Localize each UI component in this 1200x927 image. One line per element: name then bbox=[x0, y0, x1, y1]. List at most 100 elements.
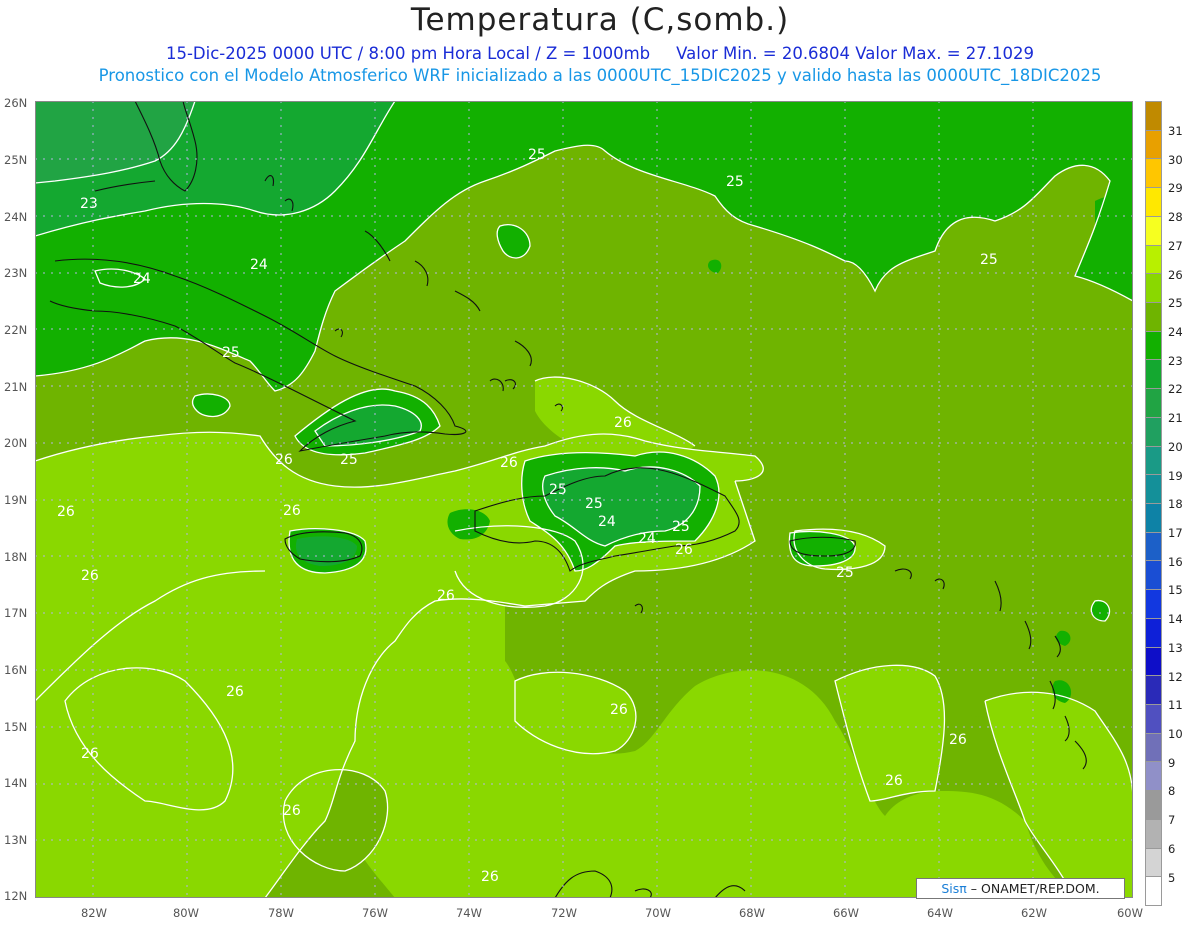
lat-label: 19N bbox=[4, 493, 28, 507]
lat-label: 13N bbox=[4, 833, 28, 847]
colorbar-label: 5 bbox=[1168, 870, 1176, 885]
colorbar-swatch bbox=[1145, 101, 1162, 131]
contour-label: 26 bbox=[275, 452, 293, 468]
colorbar-label: 17 bbox=[1168, 525, 1183, 540]
colorbar-label: 30 bbox=[1168, 152, 1183, 167]
contour-label: 26 bbox=[437, 588, 455, 604]
lat-label: 23N bbox=[4, 266, 28, 280]
colorbar-swatch bbox=[1145, 503, 1162, 533]
contour-label: 26 bbox=[610, 702, 628, 718]
colorbar-swatch bbox=[1145, 876, 1162, 906]
contour-label: 24 bbox=[598, 514, 616, 530]
colorbar-label: 22 bbox=[1168, 382, 1183, 397]
subtitle-line-2: Pronostico con el Modelo Atmosferico WRF… bbox=[98, 66, 1102, 85]
contour-label: 26 bbox=[675, 542, 693, 558]
colorbar-label: 15 bbox=[1168, 583, 1183, 598]
colorbar-label: 10 bbox=[1168, 726, 1183, 741]
lon-label: 76W bbox=[361, 906, 388, 920]
colorbar-label: 8 bbox=[1168, 784, 1176, 799]
contour-label: 25 bbox=[528, 147, 546, 163]
temperature-map: 23 24 24 25 25 25 25 25 25 25 25 25 26 2… bbox=[35, 101, 1133, 898]
lat-label: 26N bbox=[4, 96, 28, 110]
contour-label: 25 bbox=[222, 345, 240, 361]
contour-label: 26 bbox=[57, 504, 75, 520]
colorbar-swatch bbox=[1145, 474, 1162, 504]
contour-label: 23 bbox=[80, 196, 98, 212]
colorbar-swatch bbox=[1145, 359, 1162, 390]
colorbar-label: 18 bbox=[1168, 497, 1183, 512]
lon-label: 66W bbox=[832, 906, 859, 920]
colorbar-swatch bbox=[1145, 531, 1162, 562]
colorbar-swatch bbox=[1145, 129, 1162, 160]
sis-logo: Sisπ bbox=[941, 881, 967, 896]
colorbar-swatch bbox=[1145, 273, 1162, 303]
lon-label: 74W bbox=[455, 906, 482, 920]
lat-label: 20N bbox=[4, 436, 28, 450]
contour-label: 25 bbox=[980, 252, 998, 268]
colorbar-swatch bbox=[1145, 330, 1162, 361]
contour-label: 26 bbox=[949, 732, 967, 748]
map-title: Temperatura (C,somb.) bbox=[410, 2, 790, 38]
credit-box: Sisπ – ONAMET/REP.DOM. bbox=[916, 878, 1125, 899]
colorbar-swatch bbox=[1145, 761, 1162, 792]
contour-label: 26 bbox=[283, 503, 301, 519]
lat-label: 15N bbox=[4, 720, 28, 734]
colorbar-swatch bbox=[1145, 445, 1162, 476]
contour-label: 26 bbox=[614, 415, 632, 431]
contour-label: 24 bbox=[133, 271, 151, 287]
colorbar-swatch bbox=[1145, 675, 1162, 705]
contour-label: 25 bbox=[340, 452, 358, 468]
contour-label: 26 bbox=[885, 773, 903, 789]
contour-label: 26 bbox=[81, 746, 99, 762]
lat-label: 22N bbox=[4, 323, 28, 337]
colorbar-swatch bbox=[1145, 244, 1162, 275]
colorbar-label: 11 bbox=[1168, 698, 1183, 713]
colorbar-label: 21 bbox=[1168, 411, 1183, 426]
contour-label: 25 bbox=[726, 174, 744, 190]
lon-label: 80W bbox=[172, 906, 199, 920]
colorbar-label: 9 bbox=[1168, 755, 1176, 770]
lon-label: 72W bbox=[550, 906, 577, 920]
colorbar-swatch bbox=[1145, 790, 1162, 820]
lon-label: 68W bbox=[738, 906, 765, 920]
lon-label: 70W bbox=[644, 906, 671, 920]
lat-label: 18N bbox=[4, 550, 28, 564]
colorbar-label: 20 bbox=[1168, 439, 1183, 454]
colorbar-swatch bbox=[1145, 302, 1162, 332]
colorbar-swatch bbox=[1145, 187, 1162, 217]
contour-label: 25 bbox=[585, 496, 603, 512]
colorbar-label: 23 bbox=[1168, 353, 1183, 368]
colorbar-swatch bbox=[1145, 847, 1162, 878]
colorbar-label: 7 bbox=[1168, 813, 1176, 828]
contour-label: 26 bbox=[226, 684, 244, 700]
lat-label: 12N bbox=[4, 889, 28, 903]
colorbar-swatch bbox=[1145, 158, 1162, 189]
subtitle-minmax: Valor Min. = 20.6804 Valor Max. = 27.102… bbox=[676, 44, 1035, 63]
lon-label: 62W bbox=[1020, 906, 1047, 920]
colorbar-label: 26 bbox=[1168, 267, 1183, 282]
lon-label: 60W bbox=[1116, 906, 1143, 920]
colorbar-label: 31 bbox=[1168, 123, 1183, 138]
colorbar-label: 25 bbox=[1168, 296, 1183, 311]
contour-label: 26 bbox=[481, 869, 499, 885]
lat-label: 25N bbox=[4, 153, 28, 167]
colorbar-swatch bbox=[1145, 617, 1162, 648]
colorbar-label: 19 bbox=[1168, 468, 1183, 483]
colorbar-label: 13 bbox=[1168, 640, 1183, 655]
lat-label: 24N bbox=[4, 210, 28, 224]
contour-label: 26 bbox=[283, 803, 301, 819]
colorbar-swatch bbox=[1145, 646, 1162, 677]
colorbar-swatch bbox=[1145, 818, 1162, 849]
colorbar-swatch bbox=[1145, 560, 1162, 591]
lat-label: 21N bbox=[4, 380, 28, 394]
colorbar-label: 29 bbox=[1168, 181, 1183, 196]
lon-label: 82W bbox=[80, 906, 107, 920]
colorbar-label: 12 bbox=[1168, 669, 1183, 684]
lon-label: 64W bbox=[926, 906, 953, 920]
colorbar-label: 6 bbox=[1168, 841, 1176, 856]
contour-label: 25 bbox=[672, 519, 690, 535]
colorbar-swatch bbox=[1145, 704, 1162, 734]
contour-label: 26 bbox=[500, 455, 518, 471]
lat-label: 16N bbox=[4, 663, 28, 677]
colorbar-label: 24 bbox=[1168, 324, 1183, 339]
